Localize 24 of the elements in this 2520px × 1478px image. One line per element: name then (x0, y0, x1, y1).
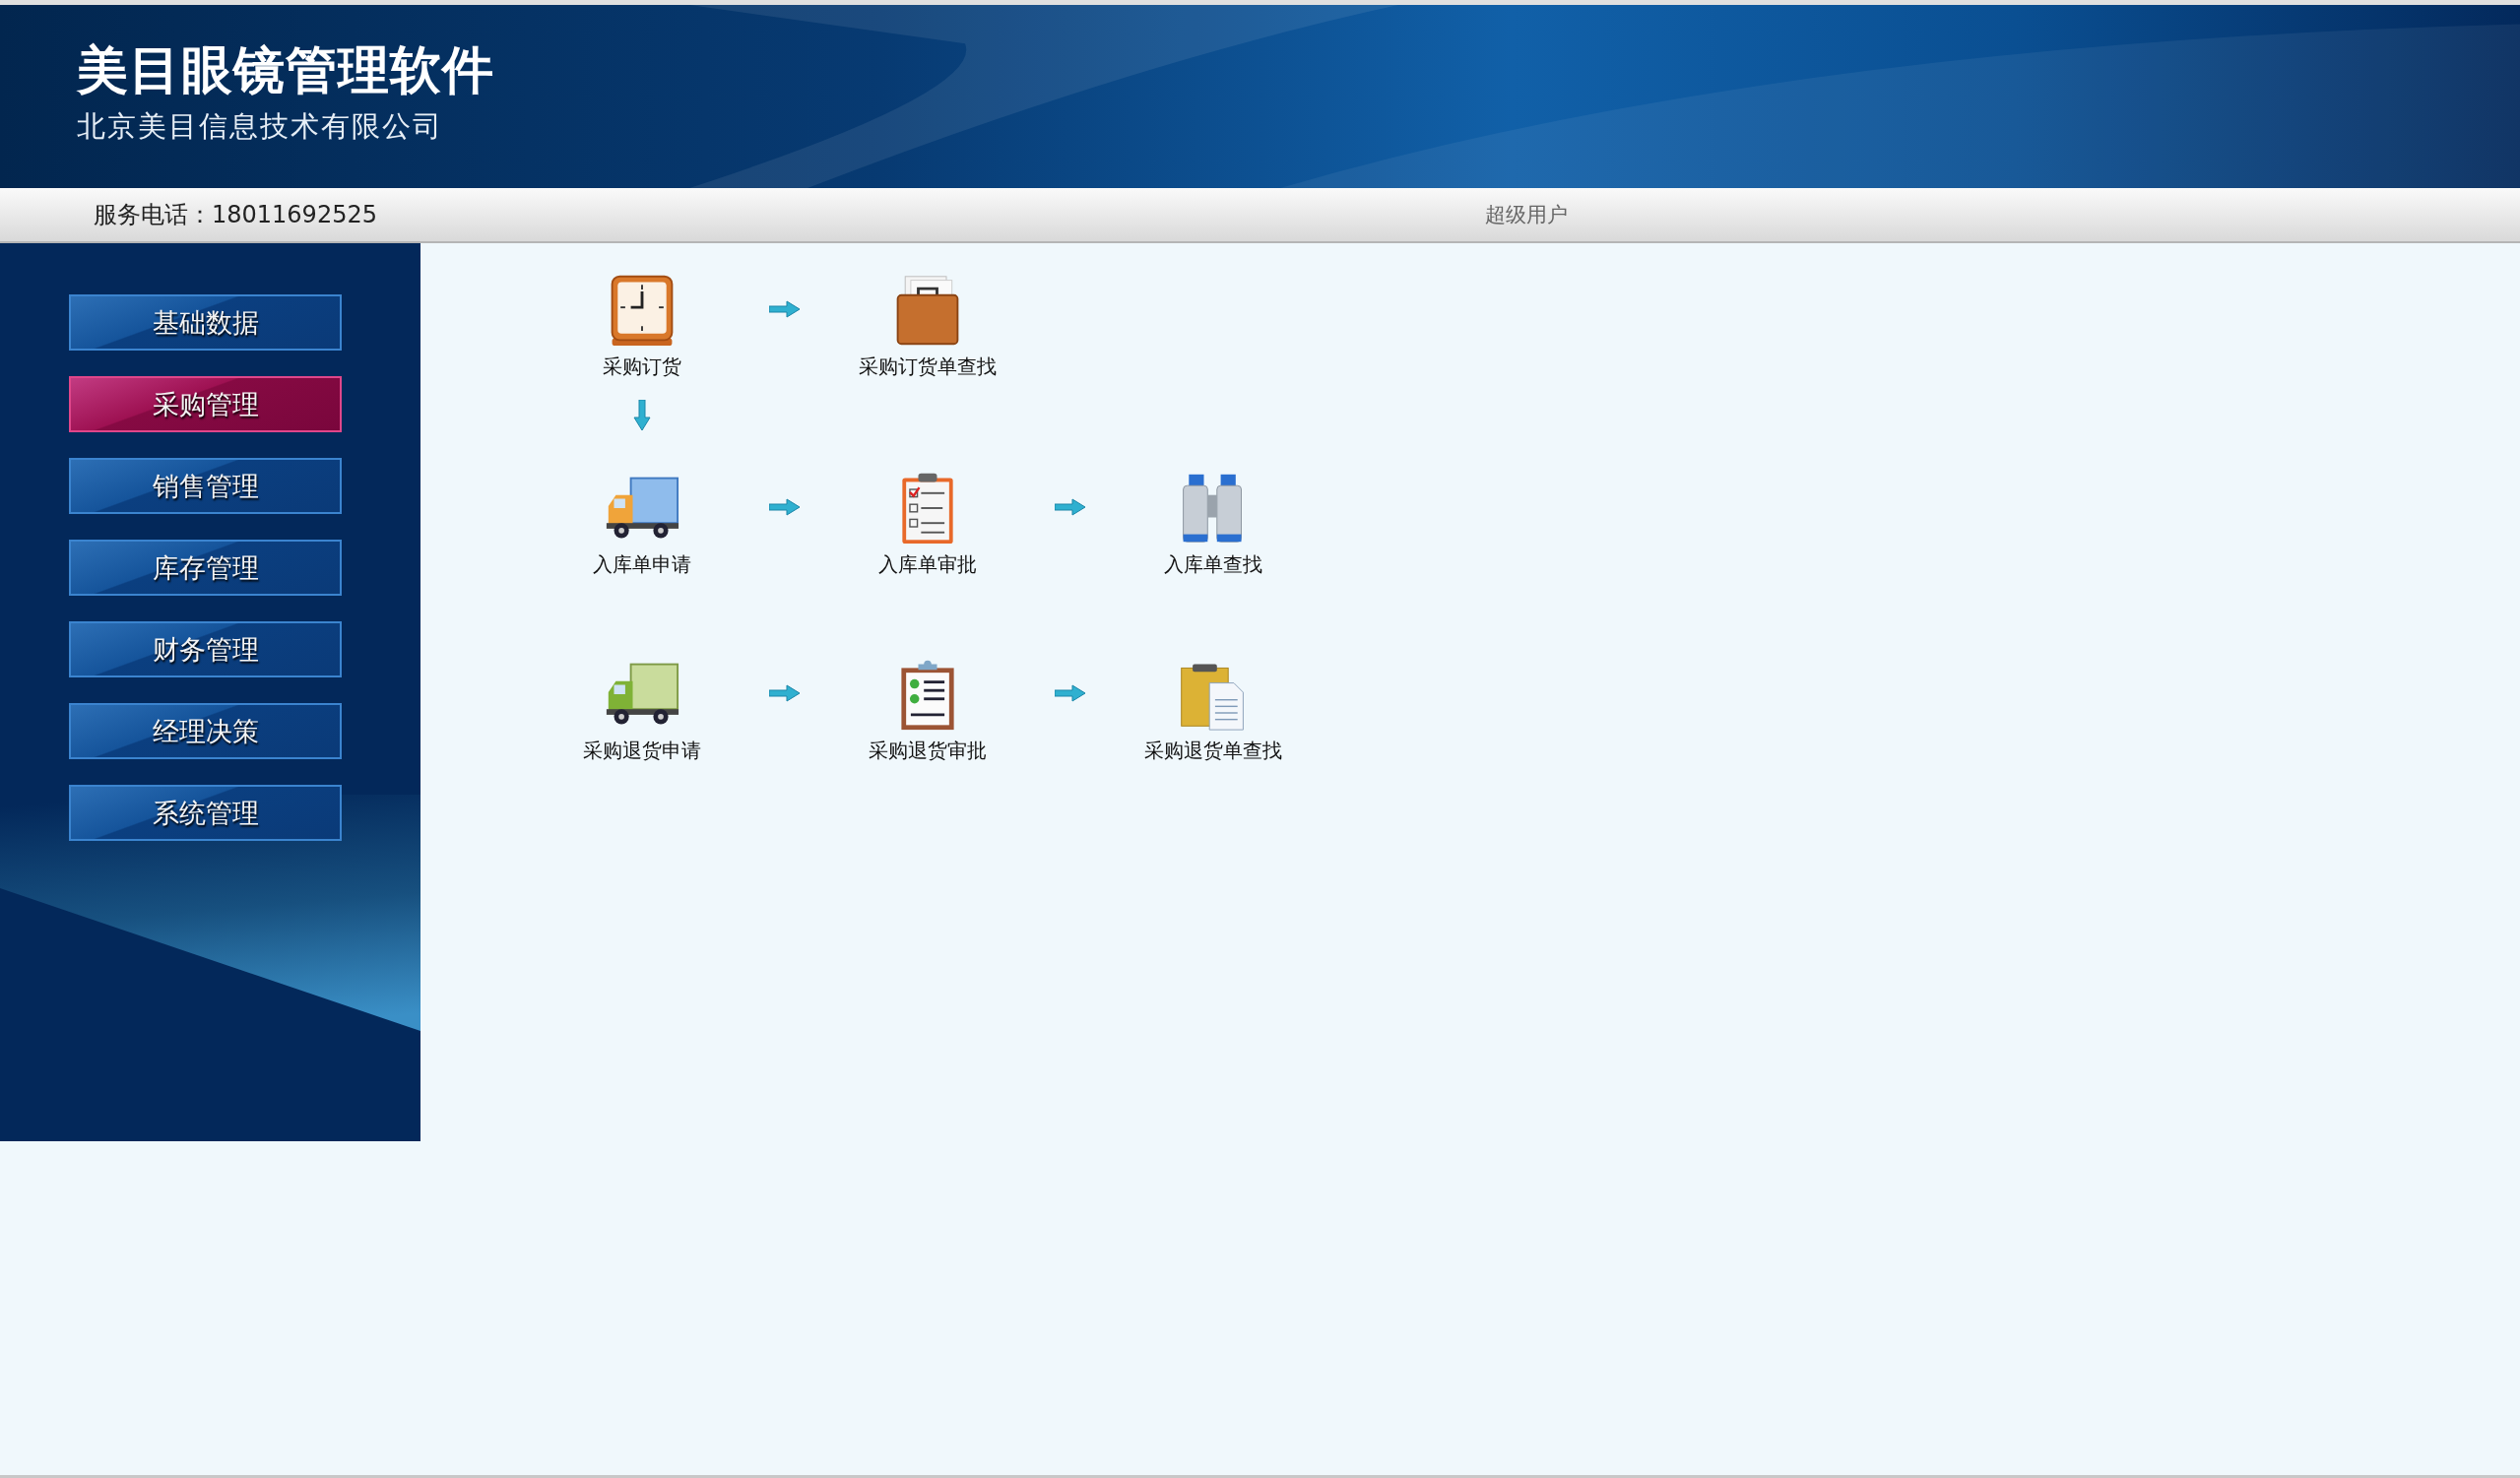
user-role: 超级用户 (1485, 202, 1568, 228)
service-phone: 服务电话：18011692525 (94, 200, 377, 230)
sidebar-menu-button[interactable]: 采购管理 (69, 376, 342, 432)
sidebar-menu-button[interactable]: 系统管理 (69, 785, 342, 841)
sidebar-menu-button[interactable]: 基础数据 (69, 294, 342, 351)
sidebar-menu-button[interactable]: 经理决策 (69, 703, 342, 759)
company-name: 北京美目信息技术有限公司 (77, 108, 444, 145)
right-arrow-icon (769, 684, 801, 702)
right-arrow-icon (769, 498, 801, 516)
right-arrow-icon (1055, 684, 1086, 702)
module-shortcut[interactable]: 入库单审批 (844, 471, 1011, 578)
app-title: 美目眼镜管理软件 (77, 39, 494, 101)
module-shortcut[interactable]: 采购订货单查找 (844, 273, 1011, 380)
module-shortcut[interactable]: 入库单查找 (1130, 471, 1297, 578)
module-shortcut[interactable]: 入库单申请 (558, 471, 726, 578)
module-shortcut[interactable]: 采购订货 (558, 273, 726, 380)
module-shortcut[interactable]: 采购退货审批 (844, 657, 1011, 764)
right-arrow-icon (769, 300, 801, 318)
sidebar-menu-button[interactable]: 财务管理 (69, 621, 342, 677)
sidebar-menu-button[interactable]: 库存管理 (69, 540, 342, 596)
module-shortcut[interactable]: 采购退货申请 (558, 657, 726, 764)
right-arrow-icon (1055, 498, 1086, 516)
sidebar-menu-button[interactable]: 销售管理 (69, 458, 342, 514)
module-shortcut[interactable]: 采购退货单查找 (1130, 657, 1297, 764)
